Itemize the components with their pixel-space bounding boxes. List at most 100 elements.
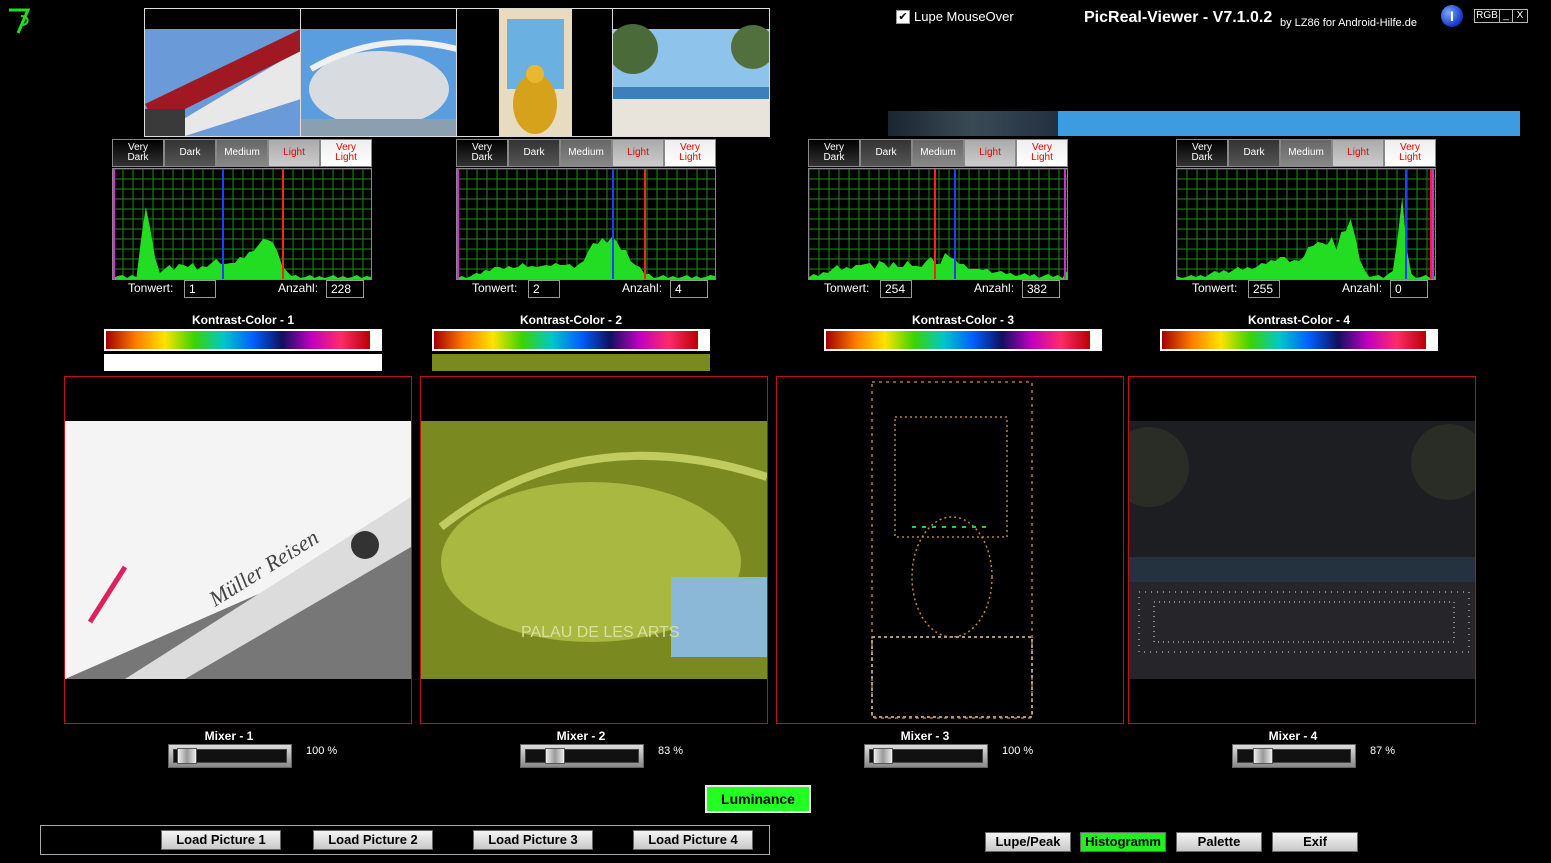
image-panel-1[interactable]: Müller Reisen	[64, 376, 412, 724]
tone-very-light-button-3[interactable]: Very Light	[1016, 139, 1068, 167]
kontrast-color-bar-1[interactable]	[104, 329, 382, 351]
load-picture-4-button[interactable]: Load Picture 4	[633, 830, 753, 850]
tonwert-value-2: 2	[528, 280, 560, 298]
tonwert-label-1: Tonwert:	[128, 281, 174, 295]
tone-very-light-button-4[interactable]: Very Light	[1384, 139, 1436, 167]
mixer-slider-knob-1[interactable]	[177, 748, 197, 764]
thumbnail-1[interactable]	[144, 8, 302, 137]
kontrast-color-swatch-2	[432, 354, 710, 371]
histogram-1[interactable]	[112, 168, 372, 280]
histogram-3[interactable]	[808, 168, 1068, 280]
image-panel-2[interactable]: PALAU DE LES ARTS	[420, 376, 768, 724]
tone-light-button-1[interactable]: Light	[268, 139, 320, 167]
tone-dark-button-3[interactable]: Dark	[860, 139, 912, 167]
load-picture-2-button[interactable]: Load Picture 2	[313, 830, 433, 850]
tone-very-dark-button-1[interactable]: Very Dark	[112, 139, 164, 167]
rgb-button[interactable]: RGB	[1474, 9, 1500, 23]
tone-buttons-3: Very Dark Dark Medium Light Very Light	[808, 139, 1068, 167]
kontrast-color-label-3: Kontrast-Color - 3	[912, 313, 1014, 327]
thumbnail-4-image	[613, 9, 769, 136]
anzahl-value-3: 382	[1022, 280, 1060, 298]
svg-text:PALAU DE LES ARTS: PALAU DE LES ARTS	[521, 624, 680, 641]
histogram-plot-4	[1177, 169, 1435, 279]
tone-very-dark-button-4[interactable]: Very Dark	[1176, 139, 1228, 167]
tone-dark-button-2[interactable]: Dark	[508, 139, 560, 167]
tone-buttons-1: Very Dark Dark Medium Light Very Light	[112, 139, 372, 167]
histogram-plot-3	[809, 169, 1067, 279]
tone-very-light-button-2[interactable]: Very Light	[664, 139, 716, 167]
info-icon[interactable]: I	[1441, 5, 1463, 27]
luminance-button[interactable]: Luminance	[705, 785, 811, 813]
tonwert-value-1: 1	[184, 280, 216, 298]
kontrast-color-label-4: Kontrast-Color - 4	[1248, 313, 1350, 327]
tone-medium-button-1[interactable]: Medium	[216, 139, 268, 167]
mixer-slider-knob-2[interactable]	[544, 748, 565, 764]
mixer-slider-knob-4[interactable]	[1252, 748, 1273, 764]
lupe-mouseover-checkbox[interactable]: ✔ Lupe MouseOver	[896, 9, 1014, 24]
tonwert-label-2: Tonwert:	[472, 281, 518, 295]
app-subtitle: by LZ86 for Android-Hilfe.de	[1280, 17, 1417, 29]
mixer-slider-1[interactable]	[168, 744, 292, 768]
anzahl-value-2: 4	[670, 280, 708, 298]
tone-light-button-2[interactable]: Light	[612, 139, 664, 167]
tone-light-button-4[interactable]: Light	[1332, 139, 1384, 167]
histogram-plot-2	[457, 169, 715, 279]
thumbnail-2[interactable]	[300, 8, 458, 137]
mixer-percent-3: 100 %	[1002, 745, 1034, 757]
exif-button[interactable]: Exif	[1272, 832, 1358, 852]
mixer-label-4: Mixer - 4	[1268, 729, 1318, 743]
anzahl-label-1: Anzahl:	[278, 281, 319, 295]
thumbnail-3[interactable]	[456, 8, 614, 137]
kontrast-color-bar-3[interactable]	[824, 329, 1102, 351]
tonwert-label-3: Tonwert:	[824, 281, 870, 295]
tone-medium-button-3[interactable]: Medium	[912, 139, 964, 167]
image-panel-1-render: Müller Reisen	[65, 421, 411, 679]
kontrast-color-bar-4[interactable]	[1160, 329, 1438, 351]
load-picture-1-button[interactable]: Load Picture 1	[161, 830, 281, 850]
tone-buttons-2: Very Dark Dark Medium Light Very Light	[456, 139, 716, 167]
anzahl-value-4: 0	[1390, 280, 1428, 298]
mixer-slider-knob-3[interactable]	[873, 748, 893, 764]
kontrast-color-swatch-1	[104, 354, 382, 371]
tone-light-button-3[interactable]: Light	[964, 139, 1016, 167]
kontrast-color-bar-2[interactable]	[432, 329, 710, 351]
tone-dark-button-4[interactable]: Dark	[1228, 139, 1280, 167]
histogram-2[interactable]	[456, 168, 716, 280]
minimize-button[interactable]: _	[1499, 9, 1513, 23]
app-title: PicReal-Viewer - V7.1.0.2	[1084, 9, 1273, 26]
tone-medium-button-2[interactable]: Medium	[560, 139, 612, 167]
thumbnail-3-image	[457, 9, 613, 136]
lupe-peak-button[interactable]: Lupe/Peak	[985, 832, 1071, 852]
image-panel-3-render	[871, 381, 1033, 719]
checkbox-check-icon[interactable]: ✔	[896, 9, 910, 24]
tone-medium-button-4[interactable]: Medium	[1280, 139, 1332, 167]
tonwert-label-4: Tonwert:	[1192, 281, 1238, 295]
image-panel-4-render	[1129, 421, 1475, 679]
anzahl-label-3: Anzahl:	[974, 281, 1015, 295]
image-panel-4[interactable]	[1128, 376, 1476, 724]
tone-buttons-4: Very Dark Dark Medium Light Very Light	[1176, 139, 1436, 167]
histogram-4[interactable]	[1176, 168, 1436, 280]
app-logo-icon	[9, 8, 31, 34]
mixer-percent-2: 83 %	[658, 745, 684, 757]
tone-dark-button-1[interactable]: Dark	[164, 139, 216, 167]
anzahl-label-2: Anzahl:	[622, 281, 663, 295]
anzahl-label-4: Anzahl:	[1342, 281, 1383, 295]
mixer-label-3: Mixer - 3	[900, 729, 950, 743]
tone-very-dark-button-2[interactable]: Very Dark	[456, 139, 508, 167]
mixer-slider-3[interactable]	[864, 744, 988, 768]
mixer-slider-4[interactable]	[1232, 744, 1356, 768]
kontrast-color-label-2: Kontrast-Color - 2	[520, 313, 622, 327]
thumbnail-4[interactable]	[612, 8, 770, 137]
close-button[interactable]: X	[1512, 9, 1528, 23]
mixer-label-1: Mixer - 1	[204, 729, 254, 743]
palette-button[interactable]: Palette	[1176, 832, 1262, 852]
histogramm-button[interactable]: Histogramm	[1080, 832, 1166, 852]
mixer-slider-2[interactable]	[520, 744, 644, 768]
tone-very-dark-button-3[interactable]: Very Dark	[808, 139, 860, 167]
image-panel-3[interactable]	[776, 376, 1124, 724]
tonwert-value-3: 254	[880, 280, 912, 298]
tone-very-light-button-1[interactable]: Very Light	[320, 139, 372, 167]
tonwert-value-4: 255	[1248, 280, 1280, 298]
load-picture-3-button[interactable]: Load Picture 3	[473, 830, 593, 850]
